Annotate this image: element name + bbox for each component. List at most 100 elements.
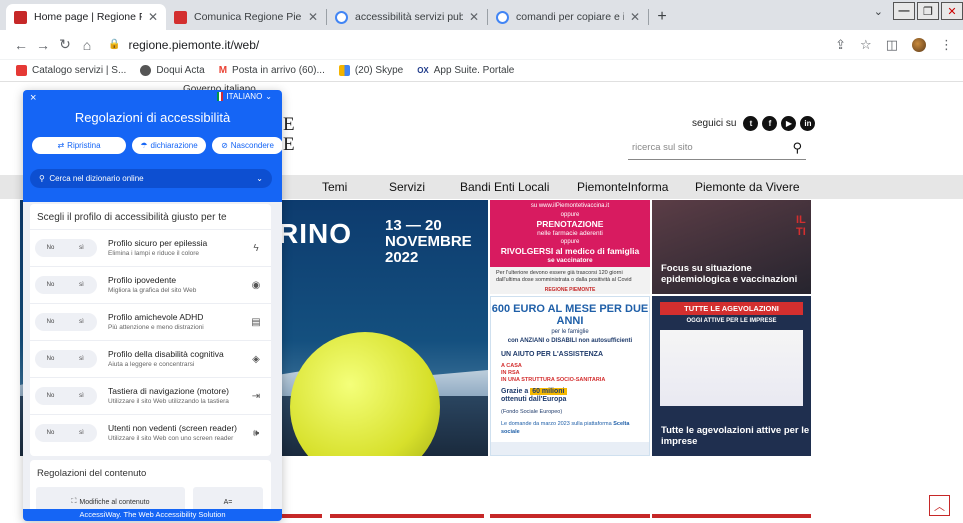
nav-piemonte-da-vivere[interactable]: Piemonte da Vivere (695, 180, 800, 194)
action-buttons: ⇄ Ripristina ☂ dichiarazione ⊘ Nasconder… (32, 137, 282, 154)
reset-icon: ⇄ (57, 141, 65, 150)
profile-desc: Utilizzare il sito Web con uno screen re… (108, 434, 234, 442)
bookmark-label: Catalogo servizi | S... (32, 65, 127, 76)
hide-button[interactable]: ⊘ Nascondere (212, 137, 282, 154)
eu-logos-footer (491, 442, 649, 455)
tab-close-icon[interactable]: ✕ (148, 10, 158, 24)
browser-tab-bar: Home page | Regione Piemonte ✕ Comunica … (0, 0, 963, 30)
sidepanel-icon[interactable]: ◫ (886, 37, 898, 53)
profile-desc: Aiuta a leggere e concentrarsi (108, 360, 195, 368)
toggle-no: No (46, 319, 55, 325)
nav-servizi[interactable]: Servizi (389, 180, 425, 194)
bookmark-skype[interactable]: (20) Skype (338, 65, 403, 76)
tab-close-icon[interactable]: ✕ (308, 10, 318, 24)
tab-close-icon[interactable]: ✕ (630, 10, 640, 24)
skype-icon (338, 65, 350, 76)
bookmark-posta[interactable]: M Posta in arrivo (60)... (219, 65, 325, 76)
profile-name: Tastiera di navigazione (motore) (108, 385, 229, 396)
tab-accessibilita[interactable]: accessibilità servizi pubblici - Cer ✕ (327, 4, 487, 30)
twitter-icon[interactable]: t (743, 116, 759, 131)
minimize-icon[interactable]: — (893, 2, 915, 20)
audio-icon: 🕪 (252, 427, 260, 439)
profile-screen-reader: No sì Utenti non vedenti (screen reader) U… (30, 414, 271, 451)
home-icon[interactable]: ⌂ (76, 37, 98, 53)
profile-toggle[interactable]: No sì (35, 276, 97, 294)
profile-toggle[interactable]: No sì (35, 424, 97, 442)
regione-logo[interactable]: E E (283, 115, 295, 155)
tab-arrow-icon: ⇥ (251, 390, 261, 402)
nav-bandi[interactable]: Bandi Enti Locali (460, 180, 549, 194)
card-agevolazioni[interactable]: TUTTE LE AGEVOLAZIONI OGGI ATTIVE PER LE… (652, 296, 811, 456)
profile-toggle[interactable]: No sì (35, 313, 97, 331)
back-icon[interactable]: ← (10, 37, 32, 53)
toggle-no: No (46, 430, 55, 436)
search-placeholder: ricerca sul sito (632, 142, 693, 153)
profile-name: Profilo della disabilità cognitiva (108, 348, 224, 359)
nav-piemonteinforma[interactable]: PiemonteInforma (577, 180, 668, 194)
profile-keyboard: No sì Tastiera di navigazione (motore) Uti… (30, 377, 271, 414)
profile-toggle[interactable]: No sì (35, 387, 97, 405)
nav-temi[interactable]: Temi (322, 180, 347, 194)
vaccine-text: PRENOTAZIONE (536, 219, 604, 229)
bullet: IN RSA (501, 370, 520, 376)
search-icon[interactable]: ⚲ (788, 140, 806, 156)
agev-tag: TUTTE LE AGEVOLAZIONI (660, 302, 803, 315)
youtube-icon[interactable]: ▶ (781, 116, 797, 131)
bookmark-appsuite[interactable]: OX App Suite. Portale (417, 65, 514, 76)
content-item-label: Modifiche al contenuto (79, 498, 150, 506)
toggle-si: sì (79, 430, 84, 436)
card-600-euro[interactable]: 600 EURO AL MESE PER DUE ANNI per le fam… (490, 296, 650, 456)
tab-close-icon[interactable]: ✕ (469, 10, 479, 24)
tab-home[interactable]: Home page | Regione Piemonte ✕ (6, 4, 166, 30)
tab-comandi[interactable]: comandi per copiare e incollare ✕ (488, 4, 648, 30)
language-label: ITALIANO (226, 92, 263, 101)
bookmark-catalogo[interactable]: Catalogo servizi | S... (16, 65, 126, 76)
vaccine-text: se vaccinatore (547, 257, 593, 264)
follow-label: seguici su (692, 118, 737, 129)
dictionary-search[interactable]: ⚲ Cerca nel dizionario online ⌄ (30, 169, 272, 188)
hero-date-line: 2022 (385, 249, 419, 266)
card-vaccination[interactable]: su www.ilPiemontetivaccina.it oppure PRE… (490, 200, 650, 294)
accessibility-title: Regolazioni di accessibilità (74, 110, 231, 125)
profile-toggle[interactable]: No sì (35, 350, 97, 368)
bullet: A CASA (501, 363, 522, 369)
profile-toggle[interactable]: No sì (35, 239, 97, 257)
tab-comunica[interactable]: Comunica Regione Piemonte ✕ (166, 4, 326, 30)
share-icon[interactable]: ⇪ (835, 37, 846, 53)
chevron-up-icon[interactable]: ︿ (929, 495, 950, 516)
new-tab-button[interactable]: + (649, 4, 675, 30)
card-600-text: UN AIUTO PER L'ASSISTENZA (501, 351, 604, 358)
toggle-si: sì (79, 245, 84, 251)
reload-icon[interactable]: ↻ (54, 36, 76, 53)
profile-desc: Utilizzare il sito Web utilizzando la ta… (108, 397, 229, 405)
agev-illustration (660, 330, 803, 406)
card-focus-epidemiologica[interactable]: IL TI Focus su situazione epidemiologica… (652, 200, 811, 294)
catalogo-icon (16, 65, 27, 76)
reset-button[interactable]: ⇄ Ripristina (32, 137, 126, 154)
focus-icon: ▤ (251, 316, 261, 328)
window-controls: ⌄ — ❐ ✕ (874, 0, 963, 22)
toggle-no: No (46, 393, 55, 399)
content-title: Regolazioni del contenuto (37, 468, 147, 479)
bookmark-doqui[interactable]: Doqui Acta (140, 65, 205, 76)
linkedin-icon[interactable]: in (800, 116, 816, 131)
star-icon[interactable]: ☆ (860, 37, 872, 53)
tab-search-icon[interactable]: ⌄ (874, 5, 883, 18)
site-search-input[interactable]: ricerca sul sito ⚲ (628, 136, 806, 160)
globe-icon (140, 65, 152, 76)
bookmark-label: App Suite. Portale (433, 65, 515, 76)
statement-button[interactable]: ☂ dichiarazione (132, 137, 206, 154)
facebook-icon[interactable]: f (762, 116, 778, 131)
close-window-icon[interactable]: ✕ (941, 2, 963, 20)
address-bar[interactable]: 🔒 regione.piemonte.it/web/ (108, 34, 835, 56)
menu-icon[interactable]: ⋮ (940, 37, 953, 53)
accessiway-footer[interactable]: AccessiWay. The Web Accessibility Soluti… (23, 509, 282, 521)
card-600-grazie: Grazie a 60 milioni ottenuti dall'Europa (491, 386, 649, 406)
profile-desc: Migliora la grafica del sito Web (108, 286, 197, 294)
maximize-icon[interactable]: ❐ (917, 2, 939, 20)
language-select[interactable]: ITALIANO ⌄ (217, 92, 272, 101)
close-panel-icon[interactable]: × (30, 92, 36, 104)
profile-avatar[interactable] (912, 37, 926, 52)
accessibility-header: × ITALIANO ⌄ Regolazioni di accessibilit… (23, 90, 282, 202)
forward-icon[interactable]: → (32, 37, 54, 53)
